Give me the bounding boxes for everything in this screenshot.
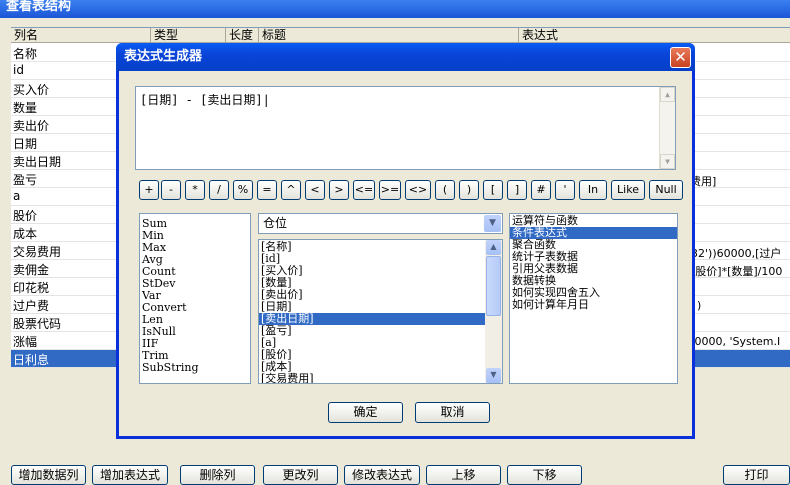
operator-button[interactable]: ] (507, 180, 527, 200)
text-cursor: | (262, 93, 270, 107)
expression-text: [日期] - [卖出日期] (140, 93, 263, 107)
header-type[interactable]: 类型 (151, 28, 226, 43)
operator-button[interactable]: <= (353, 180, 375, 200)
header-column-name[interactable]: 列名 (11, 28, 151, 43)
function-item[interactable]: SubString (140, 362, 250, 374)
row-column-name: 盈亏 (13, 173, 38, 187)
row-column-name: 日期 (13, 137, 38, 151)
row-column-name: 股票代码 (13, 317, 62, 331)
row-column-name: 数量 (13, 101, 38, 115)
row-column-name: 卖佣金 (13, 263, 50, 277)
operator-button[interactable]: > (329, 180, 349, 200)
ok-button[interactable]: 确定 (328, 402, 403, 423)
operator-button[interactable]: * (185, 180, 205, 200)
row-column-name: 过户费 (13, 299, 50, 313)
table-select-value: 仓位 (263, 216, 288, 230)
row-column-name: 股价 (13, 209, 38, 223)
window-title: 查看表结构 (0, 0, 790, 18)
operator-button[interactable]: = (257, 180, 277, 200)
move-up-button[interactable]: 上移 (426, 465, 501, 485)
expr-fragment: ) (697, 299, 702, 312)
print-button[interactable]: 打印 (723, 465, 790, 485)
operator-button[interactable]: Null (649, 180, 683, 200)
add-expression-button[interactable]: 增加表达式 (92, 465, 168, 485)
operator-button[interactable]: / (209, 180, 229, 200)
scroll-down-icon[interactable]: ▼ (660, 154, 675, 169)
delete-column-button[interactable]: 删除列 (180, 465, 255, 485)
operator-button[interactable]: ( (435, 180, 455, 200)
field-list[interactable]: ▲ ▼ [名称] [id] [买入价] [数量] [卖出价] [日期] [卖出日期] [盈亏]… (258, 239, 503, 384)
row-column-name: 日利息 (13, 353, 50, 367)
operator-button[interactable]: >= (379, 180, 401, 200)
scroll-up-icon[interactable]: ▲ (486, 240, 501, 255)
operator-button[interactable]: + (139, 180, 159, 200)
row-column-name: a (13, 189, 21, 203)
expression-scrollbar[interactable]: ▲ ▼ (659, 87, 675, 169)
field-item[interactable]: [卖出日期] (259, 313, 485, 325)
expression-input[interactable]: [日期] - [卖出日期]| ▲ ▼ (135, 86, 676, 170)
operator-button[interactable]: # (531, 180, 551, 200)
move-down-button[interactable]: 下移 (507, 465, 582, 485)
operator-button[interactable]: ^ (281, 180, 301, 200)
field-item[interactable]: [盈亏] (259, 325, 485, 337)
expression-builder-dialog: 表达式生成器 ✕ [日期] - [卖出日期]| ▲ ▼ + - * /% = ^ < > <= >… (116, 43, 695, 439)
operator-button[interactable]: - (161, 180, 181, 200)
header-expression[interactable]: 表达式 (519, 28, 790, 43)
operator-button[interactable]: [ (483, 180, 503, 200)
add-data-column-button[interactable]: 增加数据列 (11, 465, 86, 485)
chevron-down-icon[interactable]: ▼ (484, 215, 501, 232)
bottom-toolbar: 增加数据列 增加表达式 删除列 更改列 修改表达式 上移 下移 打印 (0, 462, 790, 485)
row-column-name: 名称 (13, 47, 38, 61)
row-column-name: 卖出日期 (13, 155, 62, 169)
field-item[interactable]: [a] (259, 337, 485, 349)
help-topic-list[interactable]: 运算符与函数 条件表达式 聚合函数 统计子表数据 引用父表数据 数据转换 如何实现四舍五入如… (509, 213, 678, 384)
operator-button[interactable]: In (579, 180, 607, 200)
field-item[interactable]: [卖出价] (259, 289, 485, 301)
scroll-up-icon[interactable]: ▲ (660, 87, 675, 102)
table-select[interactable]: 仓位 ▼ (258, 213, 503, 234)
close-icon[interactable]: ✕ (670, 47, 691, 68)
expr-fragment: .0000, 'System.I (691, 335, 781, 348)
edit-expression-button[interactable]: 修改表达式 (344, 465, 420, 485)
header-length[interactable]: 长度 (226, 28, 259, 43)
operator-button[interactable]: % (233, 180, 253, 200)
header-caption[interactable]: 标题 (259, 28, 519, 43)
scroll-down-icon[interactable]: ▼ (486, 368, 501, 383)
change-column-button[interactable]: 更改列 (263, 465, 338, 485)
expr-fragment: [股价]*[数量]/100 (691, 265, 783, 278)
operator-button[interactable]: <> (405, 180, 431, 200)
row-column-name: 成本 (13, 227, 38, 241)
dialog-title-text: 表达式生成器 (124, 49, 203, 64)
scrollbar-thumb[interactable] (486, 256, 501, 316)
field-item[interactable]: [买入价] (259, 265, 485, 277)
operator-button[interactable]: ' (555, 180, 575, 200)
help-topic-item[interactable]: 如何计算年月日 (510, 299, 677, 311)
field-item[interactable]: [名称] (259, 241, 485, 253)
cancel-button[interactable]: 取消 (415, 402, 490, 423)
dialog-title: 表达式生成器 ✕ (116, 43, 695, 71)
row-column-name: 印花税 (13, 281, 50, 295)
function-list[interactable]: Sum Min Max Avg Count StDev Var Convert Len IsNul… (139, 213, 251, 384)
operator-button[interactable]: < (305, 180, 325, 200)
row-column-name: 卖出价 (13, 119, 50, 133)
row-column-name: 买入价 (13, 83, 50, 97)
operator-button[interactable]: Like (611, 180, 645, 200)
field-item[interactable]: [股价] (259, 349, 485, 361)
row-column-name: 涨幅 (13, 335, 38, 349)
operator-button[interactable]: ) (459, 180, 479, 200)
field-list-scrollbar[interactable]: ▲ ▼ (485, 240, 502, 383)
expr-fragment: 32'))60000,[过户 (691, 247, 782, 260)
row-column-name: id (13, 63, 24, 77)
field-item[interactable]: [交易费用] (259, 373, 485, 384)
table-header: 列名 类型 长度 标题 表达式 (11, 28, 790, 43)
row-column-name: 交易费用 (13, 245, 62, 259)
